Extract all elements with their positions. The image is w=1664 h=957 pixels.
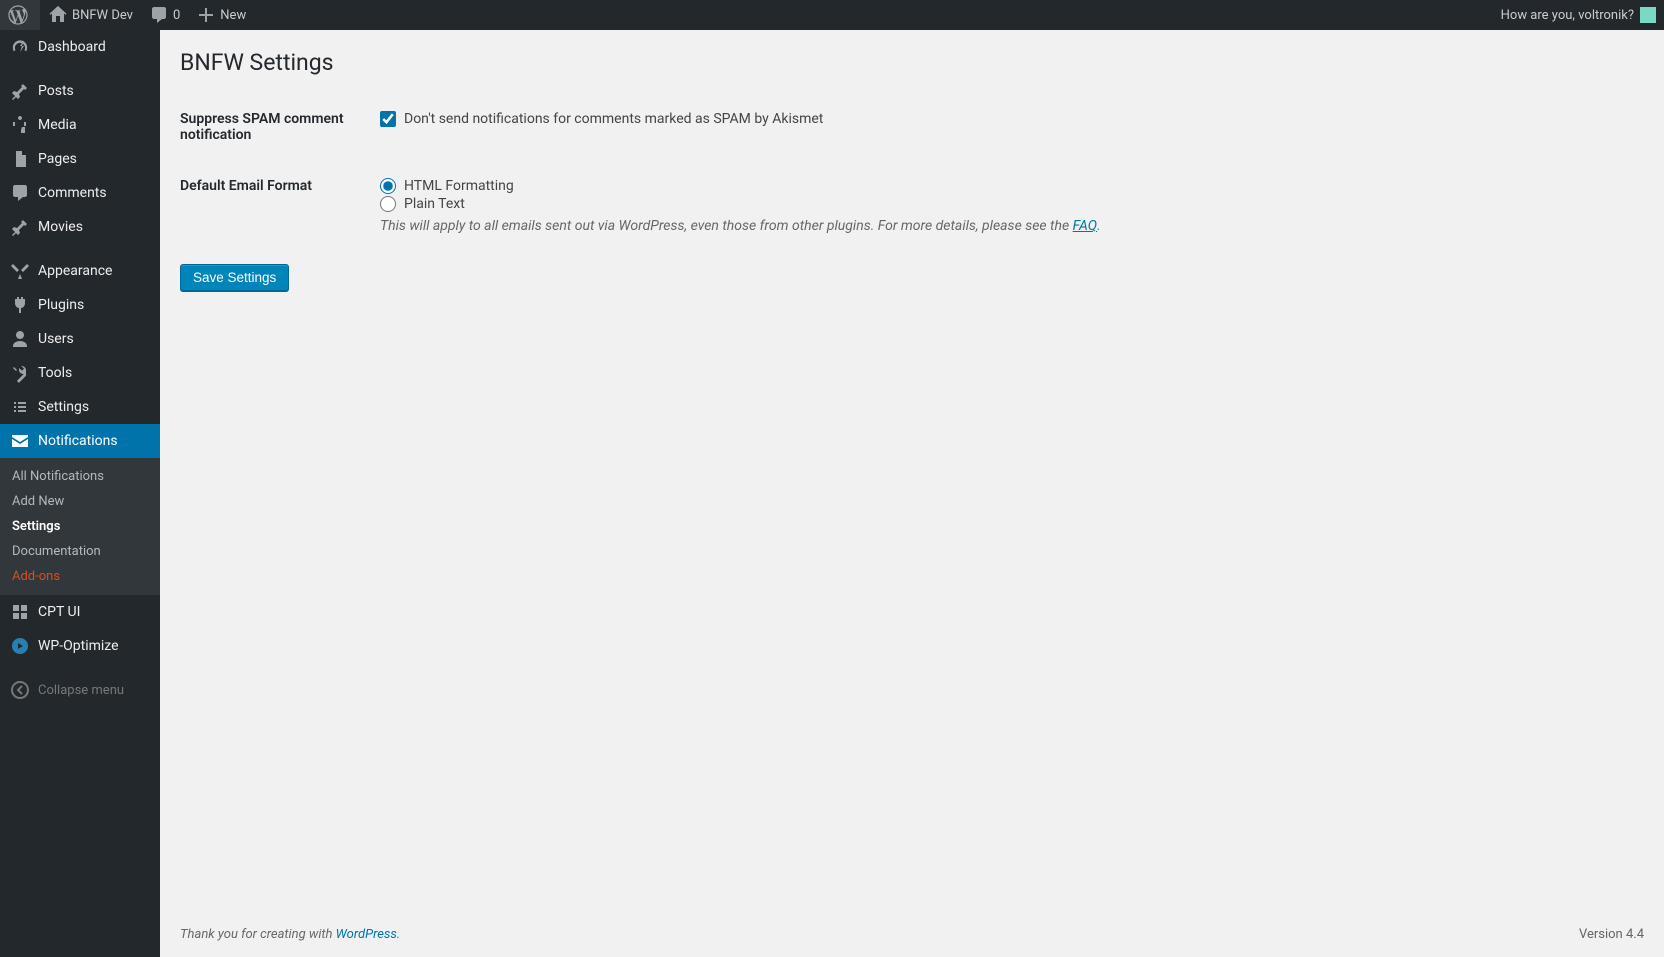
sidebar-item-tools[interactable]: Tools (0, 356, 160, 390)
sidebar-item-media[interactable]: Media (0, 108, 160, 142)
radio-html-option[interactable]: HTML Formatting (380, 178, 1634, 194)
sidebar-item-dashboard[interactable]: Dashboard (0, 30, 160, 64)
comments-link[interactable]: 0 (141, 0, 188, 30)
main-content: BNFW Settings Suppress SPAM comment noti… (160, 30, 1664, 957)
pin-icon (10, 217, 30, 237)
site-name-link[interactable]: BNFW Dev (40, 0, 141, 30)
plugin-icon (10, 295, 30, 315)
cptui-icon (10, 602, 30, 622)
account-link[interactable]: How are you, voltronik? (1493, 0, 1664, 30)
sidebar-item-label: Tools (38, 365, 72, 381)
sidebar-item-notifications[interactable]: Notifications (0, 424, 160, 458)
wordpress-icon (8, 5, 28, 25)
notifications-submenu: All Notifications Add New Settings Docum… (0, 458, 160, 595)
sidebar-item-wpoptimize[interactable]: WP-Optimize (0, 629, 160, 663)
sidebar-item-label: Pages (38, 151, 77, 167)
sidebar-item-label: WP-Optimize (38, 638, 119, 654)
sidebar-item-label: CPT UI (38, 604, 80, 620)
greeting-label: How are you, voltronik? (1501, 8, 1634, 23)
wpoptimize-icon (10, 636, 30, 656)
collapse-menu[interactable]: Collapse menu (0, 673, 160, 707)
sidebar-item-movies[interactable]: Movies (0, 210, 160, 244)
submenu-add-new[interactable]: Add New (0, 489, 160, 514)
sidebar-item-label: Media (38, 117, 77, 133)
radio-plain-label: Plain Text (404, 196, 465, 212)
sidebar-item-posts[interactable]: Posts (0, 74, 160, 108)
site-name-label: BNFW Dev (72, 8, 133, 23)
submenu-settings[interactable]: Settings (0, 514, 160, 539)
email-format-note: This will apply to all emails sent out v… (380, 218, 1634, 234)
sidebar-item-settings[interactable]: Settings (0, 390, 160, 424)
wp-logo[interactable] (0, 0, 40, 30)
version-label: Version 4.4 (1579, 927, 1644, 942)
sidebar-item-label: Plugins (38, 297, 84, 313)
submenu-addons[interactable]: Add-ons (0, 564, 160, 589)
submenu-all-notifications[interactable]: All Notifications (0, 464, 160, 489)
sidebar-item-label: Appearance (38, 263, 112, 279)
submenu-documentation[interactable]: Documentation (0, 539, 160, 564)
settings-form: Suppress SPAM comment notification Don't… (180, 96, 1644, 254)
dashboard-icon (10, 37, 30, 57)
page-icon (10, 149, 30, 169)
radio-plain-option[interactable]: Plain Text (380, 196, 1634, 212)
sidebar-item-label: Notifications (38, 433, 118, 449)
admin-menu: Dashboard Posts Media Pages Comments Mov… (0, 30, 160, 957)
pin-icon (10, 81, 30, 101)
new-label: New (220, 8, 246, 23)
radio-plain[interactable] (380, 196, 396, 212)
radio-html-label: HTML Formatting (404, 178, 514, 194)
row-label-email-format: Default Email Format (180, 163, 380, 254)
sidebar-item-users[interactable]: Users (0, 322, 160, 356)
sidebar-item-pages[interactable]: Pages (0, 142, 160, 176)
plus-icon (196, 5, 216, 25)
collapse-icon (10, 680, 30, 700)
collapse-label: Collapse menu (38, 683, 124, 698)
media-icon (10, 115, 30, 135)
sidebar-item-comments[interactable]: Comments (0, 176, 160, 210)
mail-icon (10, 431, 30, 451)
tools-icon (10, 363, 30, 383)
row-label-suppress-spam: Suppress SPAM comment notification (180, 96, 380, 163)
suppress-spam-option[interactable]: Don't send notifications for comments ma… (380, 111, 1634, 127)
wordpress-link[interactable]: WordPress (336, 927, 397, 942)
new-content-link[interactable]: New (188, 0, 254, 30)
sidebar-item-label: Settings (38, 399, 89, 415)
admin-bar: BNFW Dev 0 New How are you, voltronik? (0, 0, 1664, 30)
sidebar-item-label: Posts (38, 83, 74, 99)
sidebar-item-appearance[interactable]: Appearance (0, 254, 160, 288)
footer: Thank you for creating with WordPress. V… (160, 912, 1664, 957)
suppress-spam-checkbox[interactable] (380, 111, 396, 127)
sidebar-item-label: Comments (38, 185, 107, 201)
user-icon (10, 329, 30, 349)
sidebar-item-label: Movies (38, 219, 83, 235)
comment-count: 0 (173, 8, 180, 23)
comment-icon (10, 183, 30, 203)
home-icon (48, 5, 68, 25)
faq-link[interactable]: FAQ (1073, 218, 1097, 234)
suppress-spam-label: Don't send notifications for comments ma… (404, 111, 823, 127)
page-title: BNFW Settings (180, 40, 1644, 96)
comment-icon (149, 5, 169, 25)
settings-icon (10, 397, 30, 417)
radio-html[interactable] (380, 178, 396, 194)
sidebar-item-label: Dashboard (38, 39, 106, 55)
avatar (1640, 7, 1656, 23)
sidebar-item-cptui[interactable]: CPT UI (0, 595, 160, 629)
sidebar-item-label: Users (38, 331, 74, 347)
sidebar-item-plugins[interactable]: Plugins (0, 288, 160, 322)
appearance-icon (10, 261, 30, 281)
save-button[interactable]: Save Settings (180, 264, 289, 291)
footer-thanks: Thank you for creating with WordPress. (180, 927, 400, 942)
